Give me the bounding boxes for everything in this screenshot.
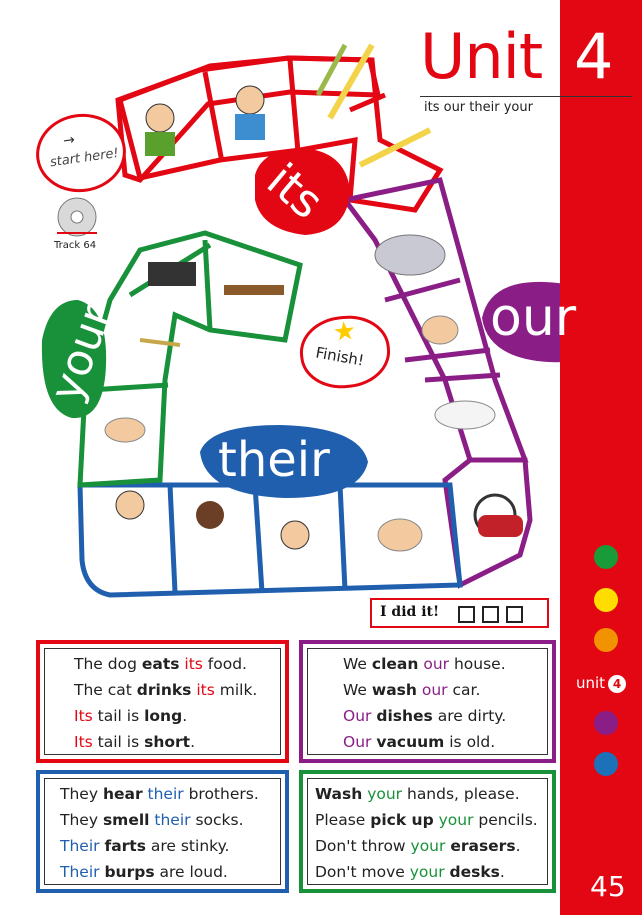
- your-sentences-box: Wash your hands, please. Please pick up …: [299, 770, 556, 893]
- blue-dot: [594, 752, 618, 776]
- sentence-line: They hear their brothers.: [60, 785, 259, 803]
- our-sentences-box: We clean our house. We wash our car. Our…: [299, 640, 556, 763]
- sentence-line: Wash your hands, please.: [315, 785, 520, 803]
- sentence-line: The cat drinks its milk.: [74, 681, 258, 699]
- sentence-line: Its tail is short.: [74, 733, 195, 751]
- workbook-page: Unit 4 its our their your its our your t…: [0, 0, 642, 915]
- green-dot: [594, 545, 618, 569]
- checkbox-2[interactable]: [482, 606, 499, 623]
- cd-audio-icon[interactable]: [55, 195, 99, 239]
- sentence-line: We wash our car.: [343, 681, 481, 699]
- unit-number: 4: [574, 20, 614, 93]
- sentence-line: Their burps are loud.: [60, 863, 228, 881]
- sentence-line: Don't throw your erasers.: [315, 837, 521, 855]
- sentence-line: The dog eats its food.: [74, 655, 247, 673]
- start-here-label: start here!: [49, 145, 120, 171]
- page-number: 45: [590, 870, 626, 903]
- side-unit-tab: unit 4: [576, 674, 627, 693]
- i-did-it-label: I did it!: [380, 604, 440, 620]
- finish-label: Finish!: [314, 343, 366, 370]
- orange-dot: [594, 628, 618, 652]
- sentence-line: Our vacuum is old.: [343, 733, 496, 751]
- checkbox-3[interactable]: [506, 606, 523, 623]
- word-our: our: [490, 288, 577, 348]
- i-did-it-box: I did it!: [370, 598, 549, 628]
- sentence-line: Please pick up your pencils.: [315, 811, 538, 829]
- word-their: their: [218, 432, 330, 488]
- sentence-line: Our dishes are dirty.: [343, 707, 507, 725]
- yellow-dot: [594, 588, 618, 612]
- their-sentences-box: They hear their brothers. They smell the…: [36, 770, 289, 893]
- checkbox-1[interactable]: [458, 606, 475, 623]
- purple-dot: [594, 711, 618, 735]
- star-icon: ★: [331, 315, 358, 349]
- arrow-right-icon: →: [62, 131, 76, 150]
- side-unit-label: unit: [576, 674, 606, 692]
- sentence-line: We clean our house.: [343, 655, 506, 673]
- sentence-line: Their farts are stinky.: [60, 837, 230, 855]
- sentence-line: Its tail is long.: [74, 707, 188, 725]
- sentence-line: They smell their socks.: [60, 811, 244, 829]
- track-label: Track 64: [54, 240, 97, 251]
- side-unit-badge: 4: [608, 675, 627, 693]
- its-sentences-box: The dog eats its food. The cat drinks it…: [36, 640, 289, 763]
- sentence-line: Don't move your desks.: [315, 863, 505, 881]
- side-band: [560, 0, 642, 915]
